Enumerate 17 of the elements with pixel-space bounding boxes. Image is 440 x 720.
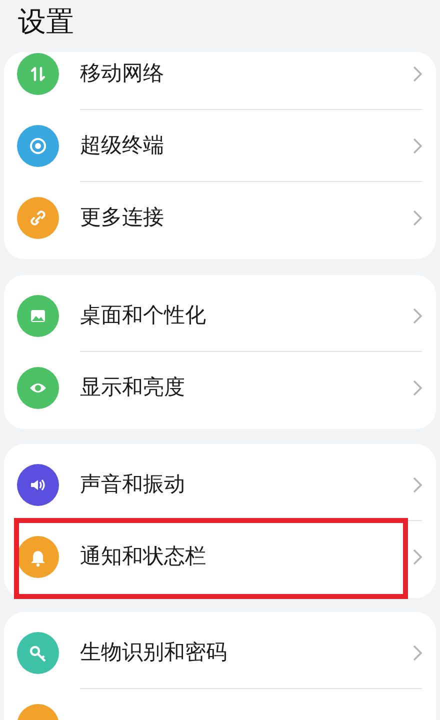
setting-label[interactable]: 桌面和个性化 [80,300,413,332]
chevron-right-icon [413,380,422,396]
setting-label[interactable]: 超级终端 [80,130,413,162]
setting-label[interactable]: 更多连接 [80,202,413,234]
setting-label[interactable]: 生物识别和密码 [80,636,413,668]
chevron-right-icon [413,210,422,226]
chevron-right-icon [413,138,422,154]
setting-label[interactable]: 通知和状态栏 [80,541,413,573]
chevron-right-icon [413,476,422,492]
page-title: 设置 [17,5,75,39]
chevron-right-icon [413,66,422,82]
setting-label[interactable]: 显示和亮度 [80,372,413,404]
setting-label[interactable]: 声音和振动 [80,468,413,500]
chevron-right-icon [413,549,422,565]
chevron-right-icon [413,308,422,324]
setting-label[interactable]: 移动网络 [80,58,413,90]
chevron-right-icon [413,644,422,660]
